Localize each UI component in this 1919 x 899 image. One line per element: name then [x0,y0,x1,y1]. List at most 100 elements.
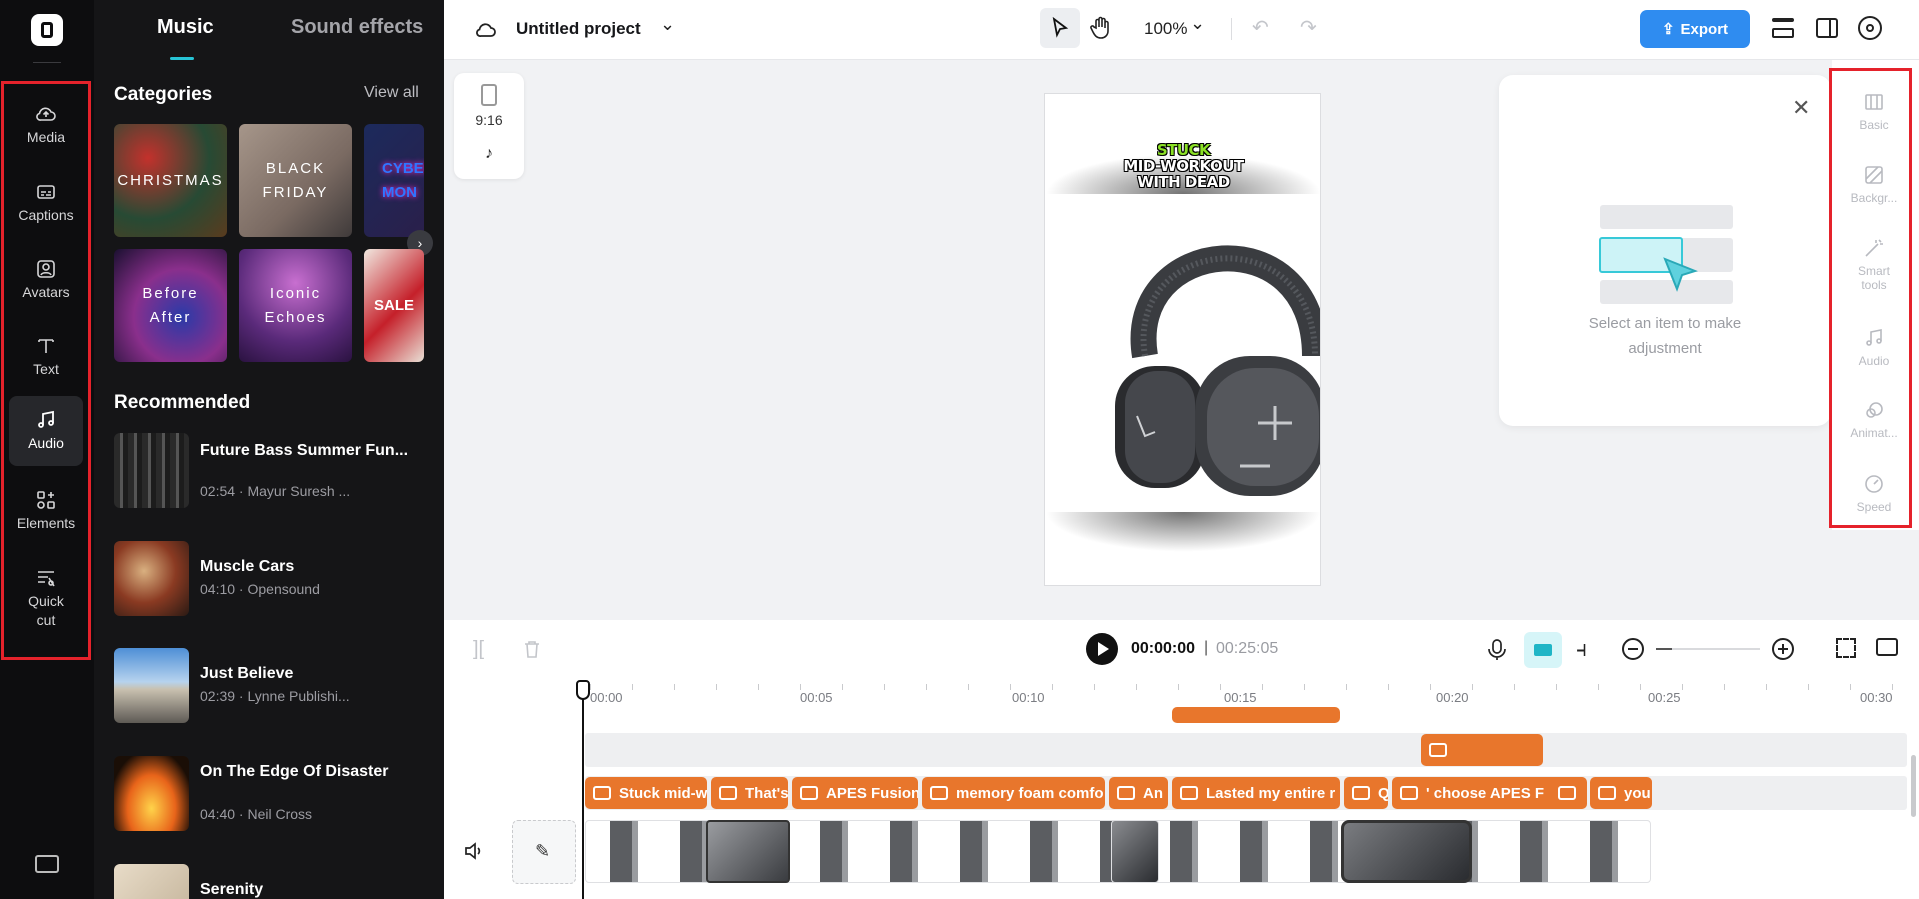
caption-clip[interactable]: That's [711,777,788,809]
caption-icon [800,786,818,800]
track-thumbnail [114,648,189,723]
auto-snap-button[interactable] [1524,632,1562,668]
undo-icon[interactable]: ↶ [1252,15,1269,40]
aspect-ratio-card[interactable]: 9:16 ♪ [454,73,524,179]
category-black-friday[interactable]: BLACK FRIDAY [239,124,352,237]
ruler-label: 00:10 [1012,690,1045,705]
close-icon[interactable]: ✕ [1792,95,1810,121]
video-clip[interactable] [1341,820,1472,883]
caption-clip[interactable]: APES Fusion [792,777,918,809]
category-iconic-echoes[interactable]: Iconic Echoes [239,249,352,362]
zoom-out-icon[interactable] [1622,638,1644,660]
top-toolbar: Untitled project ⌄ 100% ⌄ ↶ ↷ ⇪ Export [444,0,1919,60]
microphone-icon[interactable] [1486,638,1508,662]
track-thumbnail [114,864,189,899]
headphones-image [1115,245,1320,496]
highlight-box-right-tools [1829,68,1912,528]
caption-icon [719,786,737,800]
highlight-box-left-rail [1,81,91,660]
export-button[interactable]: ⇪ Export [1640,10,1750,48]
caption-icon [1558,786,1576,800]
fullscreen-icon[interactable] [1836,638,1856,658]
active-tab-indicator [170,57,194,60]
caption-clip[interactable]: memory foam comfo [922,777,1105,809]
track-title: Serenity [200,881,264,898]
layout-panel-icon[interactable] [1816,18,1838,38]
adjustment-popover: ✕ Select an item to make adjustment [1499,75,1831,426]
track-title: Just Believe [200,665,294,682]
shadow-bottom [1045,512,1320,552]
cloud-icon [476,23,496,37]
recommended-title: Recommended [114,392,251,413]
layers-icon[interactable] [1772,18,1794,38]
category-cyber-monday[interactable]: CYBER MON [364,124,424,237]
select-tool-button[interactable] [1040,8,1080,48]
hand-tool-icon[interactable] [1090,16,1112,40]
sticker-clip[interactable] [1421,734,1543,766]
track-meta: 04:10 · Opensound [200,581,320,597]
tab-music[interactable]: Music [157,16,214,39]
video-caption: STUCK MID-WORKOUT WITH DEAD [1123,141,1244,191]
video-clip[interactable] [706,820,790,883]
track-item[interactable]: Just Believe 02:39 · Lynne Publishi... [114,648,434,728]
category-before-after[interactable]: Before After [114,249,227,362]
caption-clip[interactable]: you [1590,777,1652,809]
pointer-icon [1663,257,1699,292]
track-title: Muscle Cars [200,558,295,575]
track-title: Future Bass Summer Fun... [200,442,409,459]
time-separator: | [1204,639,1209,656]
categories-title: Categories [114,84,213,105]
category-christmas[interactable]: CHRISTMAS [114,124,227,237]
zoom-level[interactable]: 100% [1144,19,1187,39]
zoom-slider[interactable] [1656,648,1760,650]
timeline-ruler[interactable]: 00:00 00:05 00:10 00:15 00:20 00:25 00:3… [578,680,1919,708]
sticker-icon [1429,743,1447,757]
track-item[interactable]: Future Bass Summer Fun... 02:54 · Mayur … [114,433,434,513]
divider [1231,18,1232,40]
trash-icon[interactable] [521,638,543,660]
app-logo[interactable] [31,14,63,46]
effect-clip[interactable] [1172,707,1340,723]
zoom-in-icon[interactable] [1772,638,1794,660]
ruler-label: 00:20 [1436,690,1469,705]
total-time: 00:25:05 [1216,640,1279,657]
ruler-label: 00:30 [1860,690,1893,705]
upload-icon: ⇪ [1661,21,1675,38]
split-icon[interactable]: ][ [473,638,484,661]
volume-icon[interactable] [463,840,485,862]
keyboard-icon[interactable] [35,855,59,873]
caption-clip[interactable]: Q [1344,777,1388,809]
tab-sound-effects[interactable]: Sound effects [291,16,423,39]
ruler-label: 00:25 [1648,690,1681,705]
video-clip[interactable] [1111,820,1159,883]
project-title[interactable]: Untitled project [516,19,641,39]
current-time: 00:00:00 [1131,640,1196,657]
caption-icon [1400,786,1418,800]
redo-icon[interactable]: ↷ [1300,15,1317,40]
settings-icon[interactable] [1858,16,1882,40]
edit-cover-button[interactable]: ✎ [512,820,576,884]
caption-clip[interactable]: Lasted my entire r [1172,777,1340,809]
play-button[interactable] [1086,633,1118,665]
view-all-link[interactable]: View all [364,84,419,102]
caption-icon [593,786,611,800]
cursor-icon [1052,17,1069,38]
caption-clip[interactable]: An [1109,777,1168,809]
chevron-down-icon[interactable]: ⌄ [660,14,675,35]
aspect-label: 9:16 [475,112,503,128]
track-item[interactable]: On The Edge Of Disaster 04:40 · Neil Cro… [114,756,434,836]
timeline-scrollbar[interactable] [1911,755,1916,817]
playhead[interactable] [582,680,584,899]
caption-clip[interactable] [1550,777,1586,809]
track-item[interactable]: Muscle Cars 04:10 · Opensound [114,541,434,621]
playhead-handle[interactable] [576,680,590,700]
split-clip-icon[interactable]: ⫞ [1576,636,1587,662]
snap-icon [1534,644,1552,656]
caption-clip[interactable]: Stuck mid-w [585,777,707,809]
feedback-icon[interactable] [1876,638,1898,656]
category-sale[interactable]: SALE [364,249,424,362]
track-item[interactable]: Serenity [114,864,434,899]
chevron-down-icon[interactable]: ⌄ [1190,13,1205,34]
video-preview[interactable]: STUCK MID-WORKOUT WITH DEAD [1044,93,1321,586]
adjustment-hint: Select an item to make adjustment [1588,315,1742,357]
